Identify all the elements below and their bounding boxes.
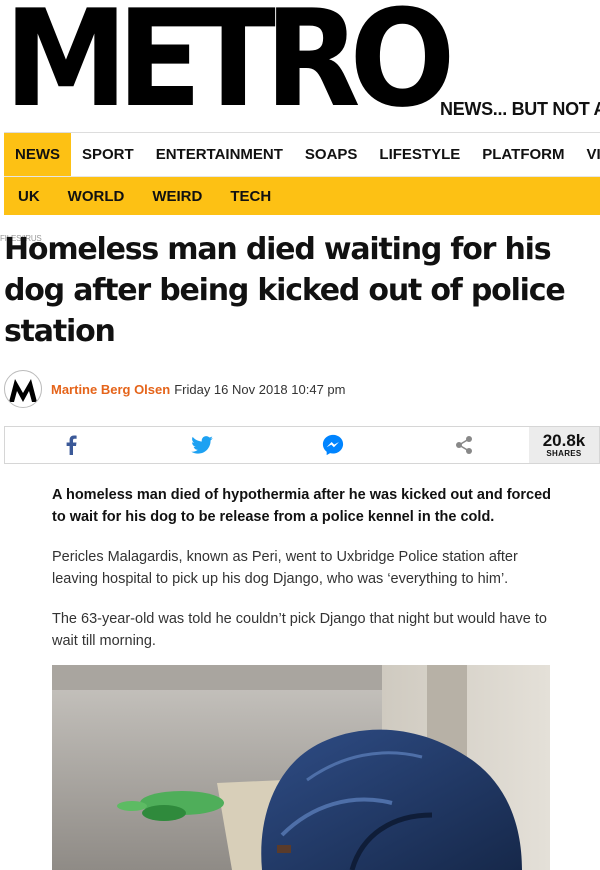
subnav-item-tech[interactable]: TECH bbox=[216, 188, 285, 205]
facebook-share-button[interactable] bbox=[5, 427, 136, 463]
author-avatar[interactable] bbox=[4, 370, 42, 408]
article-body: A homeless man died of hypothermia after… bbox=[52, 484, 552, 670]
subnav-item-world[interactable]: WORLD bbox=[54, 188, 139, 205]
nav-item-platform[interactable]: PLATFORM bbox=[471, 133, 575, 176]
article-lead: A homeless man died of hypothermia after… bbox=[52, 487, 552, 525]
nav-item-lifestyle[interactable]: LIFESTYLE bbox=[368, 133, 471, 176]
author-name[interactable]: Martine Berg Olsen bbox=[51, 382, 170, 397]
nav-item-news[interactable]: NEWS bbox=[4, 133, 71, 176]
twitter-share-button[interactable] bbox=[136, 427, 267, 463]
share-count-number: 20.8k bbox=[542, 431, 586, 450]
share-icon bbox=[455, 436, 472, 454]
share-count: 20.8k SHARES bbox=[529, 427, 599, 463]
share-more-button[interactable] bbox=[398, 427, 529, 463]
secondary-nav: UK WORLD WEIRD TECH bbox=[4, 177, 600, 215]
messenger-share-button[interactable] bbox=[267, 427, 398, 463]
site-tagline: NEWS... BUT NOT AS bbox=[440, 99, 600, 119]
share-count-label: SHARES bbox=[546, 449, 582, 458]
share-bar: 20.8k SHARES bbox=[4, 426, 600, 464]
messenger-icon bbox=[322, 434, 343, 456]
twitter-icon bbox=[190, 436, 213, 454]
primary-nav: NEWS SPORT ENTERTAINMENT SOAPS LIFESTYLE… bbox=[4, 132, 600, 177]
article-paragraph: The 63-year-old was told he couldn’t pic… bbox=[52, 611, 547, 649]
metro-m-icon bbox=[9, 379, 37, 402]
facebook-icon bbox=[66, 435, 77, 455]
subnav-item-weird[interactable]: WEIRD bbox=[138, 188, 216, 205]
masthead: METRO NEWS... BUT NOT AS bbox=[0, 0, 600, 130]
subnav-item-uk[interactable]: UK bbox=[4, 188, 54, 205]
nav-item-sport[interactable]: SPORT bbox=[71, 133, 145, 176]
article-image[interactable] bbox=[52, 665, 550, 870]
nav-item-video[interactable]: VIDEO bbox=[575, 133, 600, 176]
nav-item-entertainment[interactable]: ENTERTAINMENT bbox=[145, 133, 294, 176]
byline: Martine Berg Olsen Friday 16 Nov 2018 10… bbox=[4, 369, 345, 409]
nav-item-soaps[interactable]: SOAPS bbox=[294, 133, 369, 176]
article-paragraph: Pericles Malagardis, known as Peri, went… bbox=[52, 549, 518, 587]
metro-logo[interactable]: METRO bbox=[4, 0, 455, 126]
publish-date: Friday 16 Nov 2018 10:47 pm bbox=[174, 381, 346, 397]
homeless-sleeping-bag-photo bbox=[52, 665, 550, 870]
article-headline: Homeless man died waiting for his dog af… bbox=[4, 232, 566, 349]
